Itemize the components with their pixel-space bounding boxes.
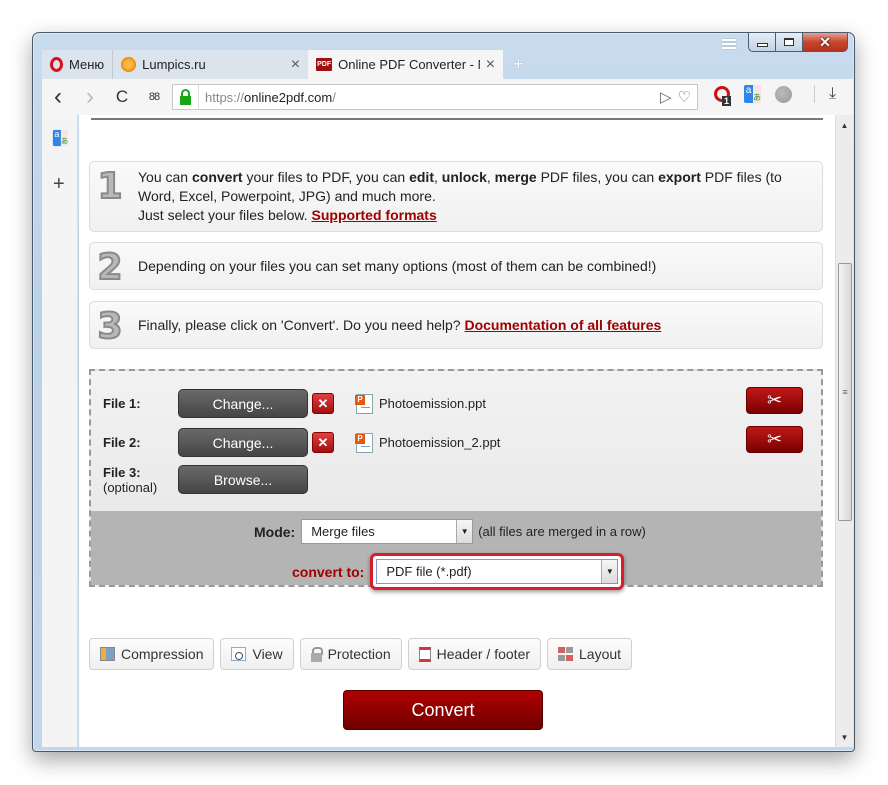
tab-view[interactable]: View xyxy=(220,638,294,670)
lumpics-favicon-icon xyxy=(121,57,137,72)
convert-button[interactable]: Convert xyxy=(343,690,543,730)
mode-select[interactable]: Merge files ▼ xyxy=(301,519,474,544)
file-name: Photoemission.ppt xyxy=(379,396,486,411)
convert-to-label: convert to: xyxy=(292,563,365,580)
view-icon xyxy=(231,647,247,661)
close-icon: ✕ xyxy=(819,33,831,50)
step-2-box: 2 Depending on your files you can set ma… xyxy=(89,242,823,290)
tab-title: Online PDF Converter - Me xyxy=(338,57,480,72)
speed-dial-button[interactable]: 88 xyxy=(138,81,170,113)
tab-online-pdf-converter[interactable]: PDF Online PDF Converter - Me × xyxy=(308,50,504,79)
vpn-globe-icon[interactable] xyxy=(775,85,792,103)
menu-label: Меню xyxy=(69,57,105,72)
new-tab-button[interactable]: + xyxy=(503,50,534,79)
translate-icon[interactable]: aあ xyxy=(744,85,761,103)
sidebar-translate-icon[interactable]: aあ xyxy=(52,129,69,147)
option-tabs: Compression View Protection Header / foo… xyxy=(89,638,633,670)
toolbar-divider xyxy=(814,85,815,103)
step-text: Finally, please click on 'Convert'. Do y… xyxy=(138,317,662,333)
change-file-button[interactable]: Change... xyxy=(178,428,308,457)
file-row-3: File 3: (optional) Browse... xyxy=(103,465,308,495)
opera-menu-button[interactable]: Меню xyxy=(42,50,114,79)
convert-to-row: convert to: PDF file (*.pdf) ▼ xyxy=(292,553,625,590)
chevron-down-icon: ▼ xyxy=(456,520,473,543)
tab-menu-icon[interactable] xyxy=(722,39,736,53)
reload-button[interactable]: C xyxy=(106,81,138,113)
lock-icon[interactable] xyxy=(173,85,199,109)
step-number: 1 xyxy=(96,165,123,208)
send-icon[interactable]: ▷ xyxy=(660,88,672,106)
step-text: Depending on your files you can set many… xyxy=(138,258,657,274)
tab-protection[interactable]: Protection xyxy=(299,638,402,670)
pdf-favicon-icon: PDF xyxy=(316,58,333,71)
split-file-button[interactable]: ✂ xyxy=(746,387,803,414)
vertical-scrollbar[interactable]: ▲ ≡ ▼ xyxy=(835,115,853,747)
tab-title: Lumpics.ru xyxy=(142,57,206,72)
mode-label: Mode: xyxy=(254,523,296,540)
compression-icon xyxy=(100,647,115,661)
opera-logo-icon xyxy=(50,57,63,72)
change-file-button[interactable]: Change... xyxy=(178,389,308,418)
download-icon[interactable]: ⤓ xyxy=(829,85,836,103)
chevron-down-icon: ▼ xyxy=(601,560,618,583)
heart-icon[interactable]: ♡ xyxy=(678,88,691,106)
mode-hint: (all files are merged in a row) xyxy=(478,524,646,539)
close-window-button[interactable]: ✕ xyxy=(802,32,848,52)
tab-layout[interactable]: Layout xyxy=(547,638,633,670)
scroll-down-arrow-icon[interactable]: ▼ xyxy=(836,729,853,745)
split-file-button[interactable]: ✂ xyxy=(746,426,803,453)
remove-file-button[interactable]: ✕ xyxy=(312,393,334,414)
extensions: 1 aあ ⤓ xyxy=(714,85,836,106)
step-number: 2 xyxy=(96,246,123,289)
layout-icon xyxy=(558,647,574,661)
url-text[interactable]: https://online2pdf.com/ xyxy=(199,90,336,105)
step-text: You can convert your files to PDF, you c… xyxy=(138,169,782,223)
file-upload-panel: File 1: Change... ✕ Photoemission.ppt ✂ … xyxy=(89,369,823,590)
file-row-2: File 2: Change... ✕ Photoemission_2.ppt xyxy=(103,428,500,457)
header-footer-icon xyxy=(418,646,431,662)
browse-file-button[interactable]: Browse... xyxy=(178,465,308,494)
step-number: 3 xyxy=(96,305,123,348)
file-name: Photoemission_2.ppt xyxy=(379,435,501,450)
forward-button[interactable]: › xyxy=(74,81,106,113)
step-3-box: 3 Finally, please click on 'Convert'. Do… xyxy=(89,301,823,349)
address-bar[interactable]: https://online2pdf.com/ ▷ ♡ xyxy=(172,84,698,110)
documentation-link[interactable]: Documentation of all features xyxy=(464,317,661,333)
file-label: File 1: xyxy=(103,396,141,411)
adblock-icon[interactable]: 1 xyxy=(714,86,732,106)
convert-to-select[interactable]: PDF file (*.pdf) ▼ xyxy=(376,559,619,584)
tab-lumpics[interactable]: Lumpics.ru × xyxy=(113,50,309,79)
back-button[interactable]: ‹ xyxy=(42,81,74,113)
file-row-1: File 1: Change... ✕ Photoemission.ppt xyxy=(103,389,486,418)
ppt-file-icon xyxy=(355,432,373,453)
optional-label: (optional) xyxy=(103,480,158,495)
sidebar: aあ + xyxy=(42,115,78,747)
scroll-thumb[interactable]: ≡ xyxy=(838,263,852,521)
file-label: File 2: xyxy=(103,435,141,450)
browser-window: ✕ Меню Lumpics.ru × PDF Online PDF Conve… xyxy=(32,32,855,752)
tab-bar: Меню Lumpics.ru × PDF Online PDF Convert… xyxy=(42,50,534,79)
page-content: 1 You can convert your files to PDF, you… xyxy=(79,115,835,747)
minimize-button[interactable] xyxy=(748,32,775,52)
tab-header-footer[interactable]: Header / footer xyxy=(407,638,542,670)
browser-toolbar: ‹ › C 88 https://online2pdf.com/ ▷ ♡ 1 a… xyxy=(42,79,853,115)
mode-options-band: Mode: Merge files ▼ (all files are merge… xyxy=(91,511,821,590)
supported-formats-link[interactable]: Supported formats xyxy=(312,207,437,223)
adblock-badge: 1 xyxy=(722,96,732,106)
sidebar-add-button[interactable]: + xyxy=(53,173,65,196)
ppt-file-icon xyxy=(355,393,373,414)
step-1-box: 1 You can convert your files to PDF, you… xyxy=(89,161,823,232)
file-label: File 3: (optional) xyxy=(103,465,178,495)
highlight-frame: PDF file (*.pdf) ▼ xyxy=(370,553,625,590)
scroll-up-arrow-icon[interactable]: ▲ xyxy=(836,117,853,133)
window-controls: ✕ xyxy=(748,32,848,52)
tab-close-icon[interactable]: × xyxy=(291,56,300,74)
mode-row: Mode: Merge files ▼ (all files are merge… xyxy=(254,519,646,544)
lock-icon xyxy=(310,646,323,662)
header-divider xyxy=(91,118,823,120)
tab-compression[interactable]: Compression xyxy=(89,638,215,670)
tab-close-icon[interactable]: × xyxy=(486,56,495,74)
remove-file-button[interactable]: ✕ xyxy=(312,432,334,453)
maximize-button[interactable] xyxy=(775,32,802,52)
